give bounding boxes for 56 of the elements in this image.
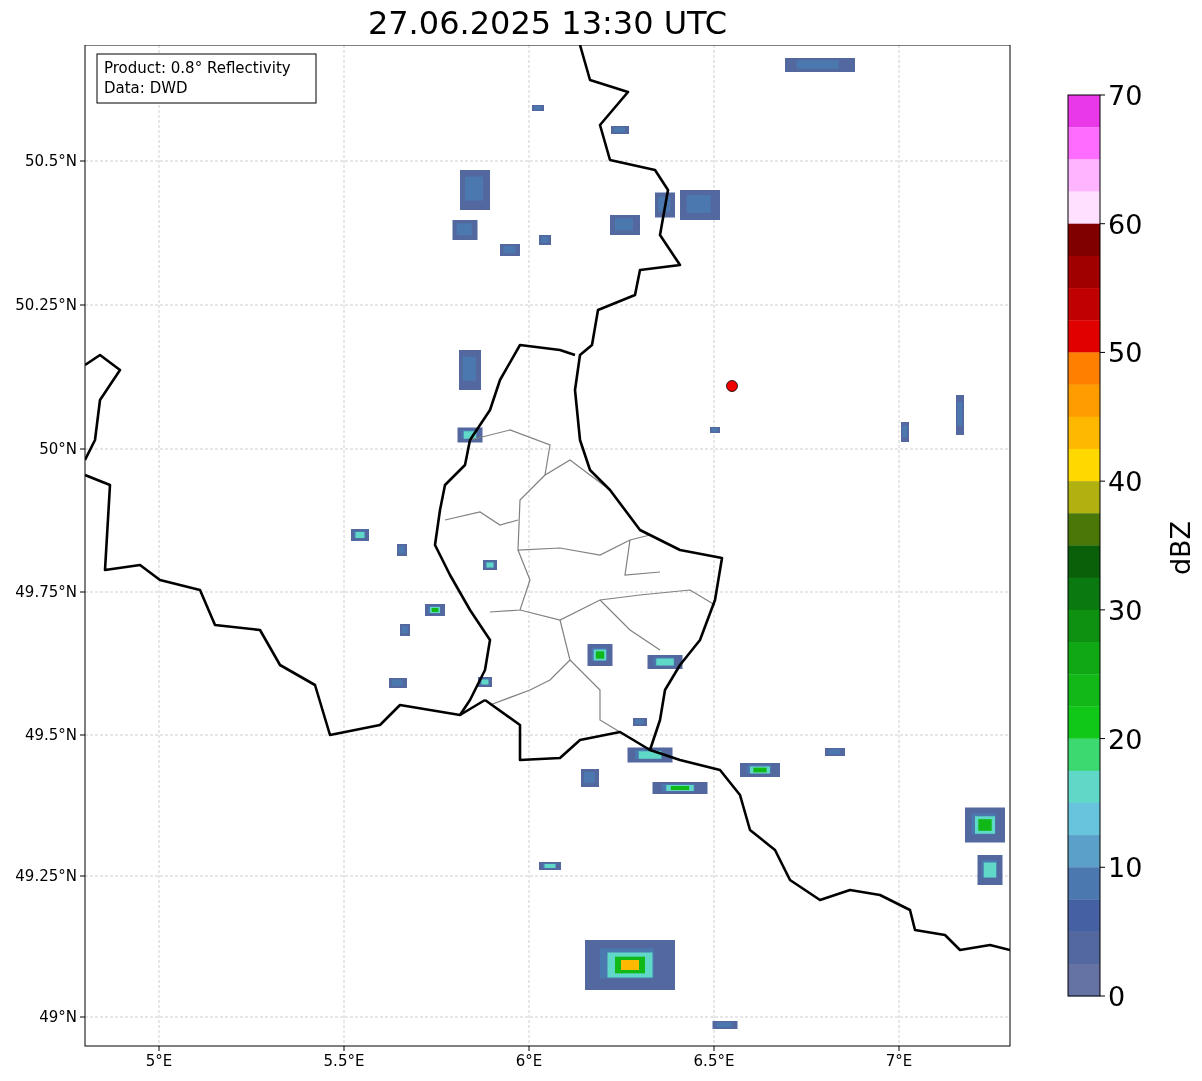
x-tick-label: 6.5°E [693, 1052, 735, 1070]
radar-echo [825, 748, 845, 756]
legend-text: Data: DWD [104, 79, 188, 97]
radar-echo [539, 235, 551, 245]
radar-echo [965, 807, 1005, 843]
radar-echo [532, 105, 544, 111]
radar-echo [389, 678, 407, 688]
colorbar-tick-label: 50 [1108, 337, 1143, 369]
x-tick-label: 7°E [885, 1052, 913, 1070]
radar-echo [740, 763, 780, 777]
x-tick-label: 5°E [145, 1052, 173, 1070]
colorbar-tick-label: 0 [1108, 981, 1126, 1012]
x-tick-label: 5.5°E [323, 1052, 365, 1070]
radar-echo [901, 422, 909, 442]
radar-echo [587, 644, 613, 666]
colorbar-tick-label: 70 [1108, 80, 1143, 111]
y-tick-label: 50°N [39, 440, 77, 458]
radar-echo [785, 58, 855, 72]
radar-echo [483, 560, 497, 570]
y-tick-label: 49.25°N [15, 867, 77, 885]
radar-echo [397, 544, 407, 556]
chart-title: 27.06.2025 13:30 UTC [367, 3, 728, 42]
radar-echo [500, 244, 520, 256]
y-tick-label: 50.25°N [15, 296, 77, 314]
radar-site-marker [726, 380, 738, 392]
colorbar-tick-label: 20 [1108, 723, 1143, 755]
radar-echo [539, 862, 561, 870]
y-tick-label: 50.5°N [24, 152, 77, 170]
radar-echo [351, 529, 369, 541]
radar-echo [460, 170, 490, 210]
y-tick-label: 49.75°N [15, 583, 77, 601]
radar-echo [712, 1021, 738, 1029]
radar-echo [977, 855, 1003, 885]
radar-echo [647, 655, 683, 669]
colorbar-tick-label: 40 [1108, 466, 1143, 498]
y-tick-label: 49.5°N [24, 726, 77, 744]
colorbar-label: dBZ [1165, 520, 1196, 576]
y-tick-label: 49°N [39, 1008, 77, 1026]
radar-echo [680, 190, 720, 220]
colorbar-tick-label: 60 [1108, 208, 1143, 240]
x-tick-label: 6°E [515, 1052, 543, 1070]
radar-echo [633, 718, 647, 726]
radar-echo [652, 782, 708, 794]
radar-echo [956, 395, 964, 435]
radar-echo [425, 604, 445, 616]
colorbar-tick-label: 10 [1108, 852, 1143, 884]
radar-echo [581, 769, 599, 787]
radar-echo [710, 427, 720, 433]
radar-echo [452, 220, 478, 240]
colorbar-tick-label: 30 [1108, 594, 1143, 626]
radar-echo [400, 624, 410, 636]
legend-text: Product: 0.8° Reflectivity [104, 59, 291, 77]
radar-echo [610, 215, 640, 235]
radar-echo [611, 126, 629, 134]
radar-echo [459, 350, 481, 390]
radar-echo [478, 677, 492, 687]
